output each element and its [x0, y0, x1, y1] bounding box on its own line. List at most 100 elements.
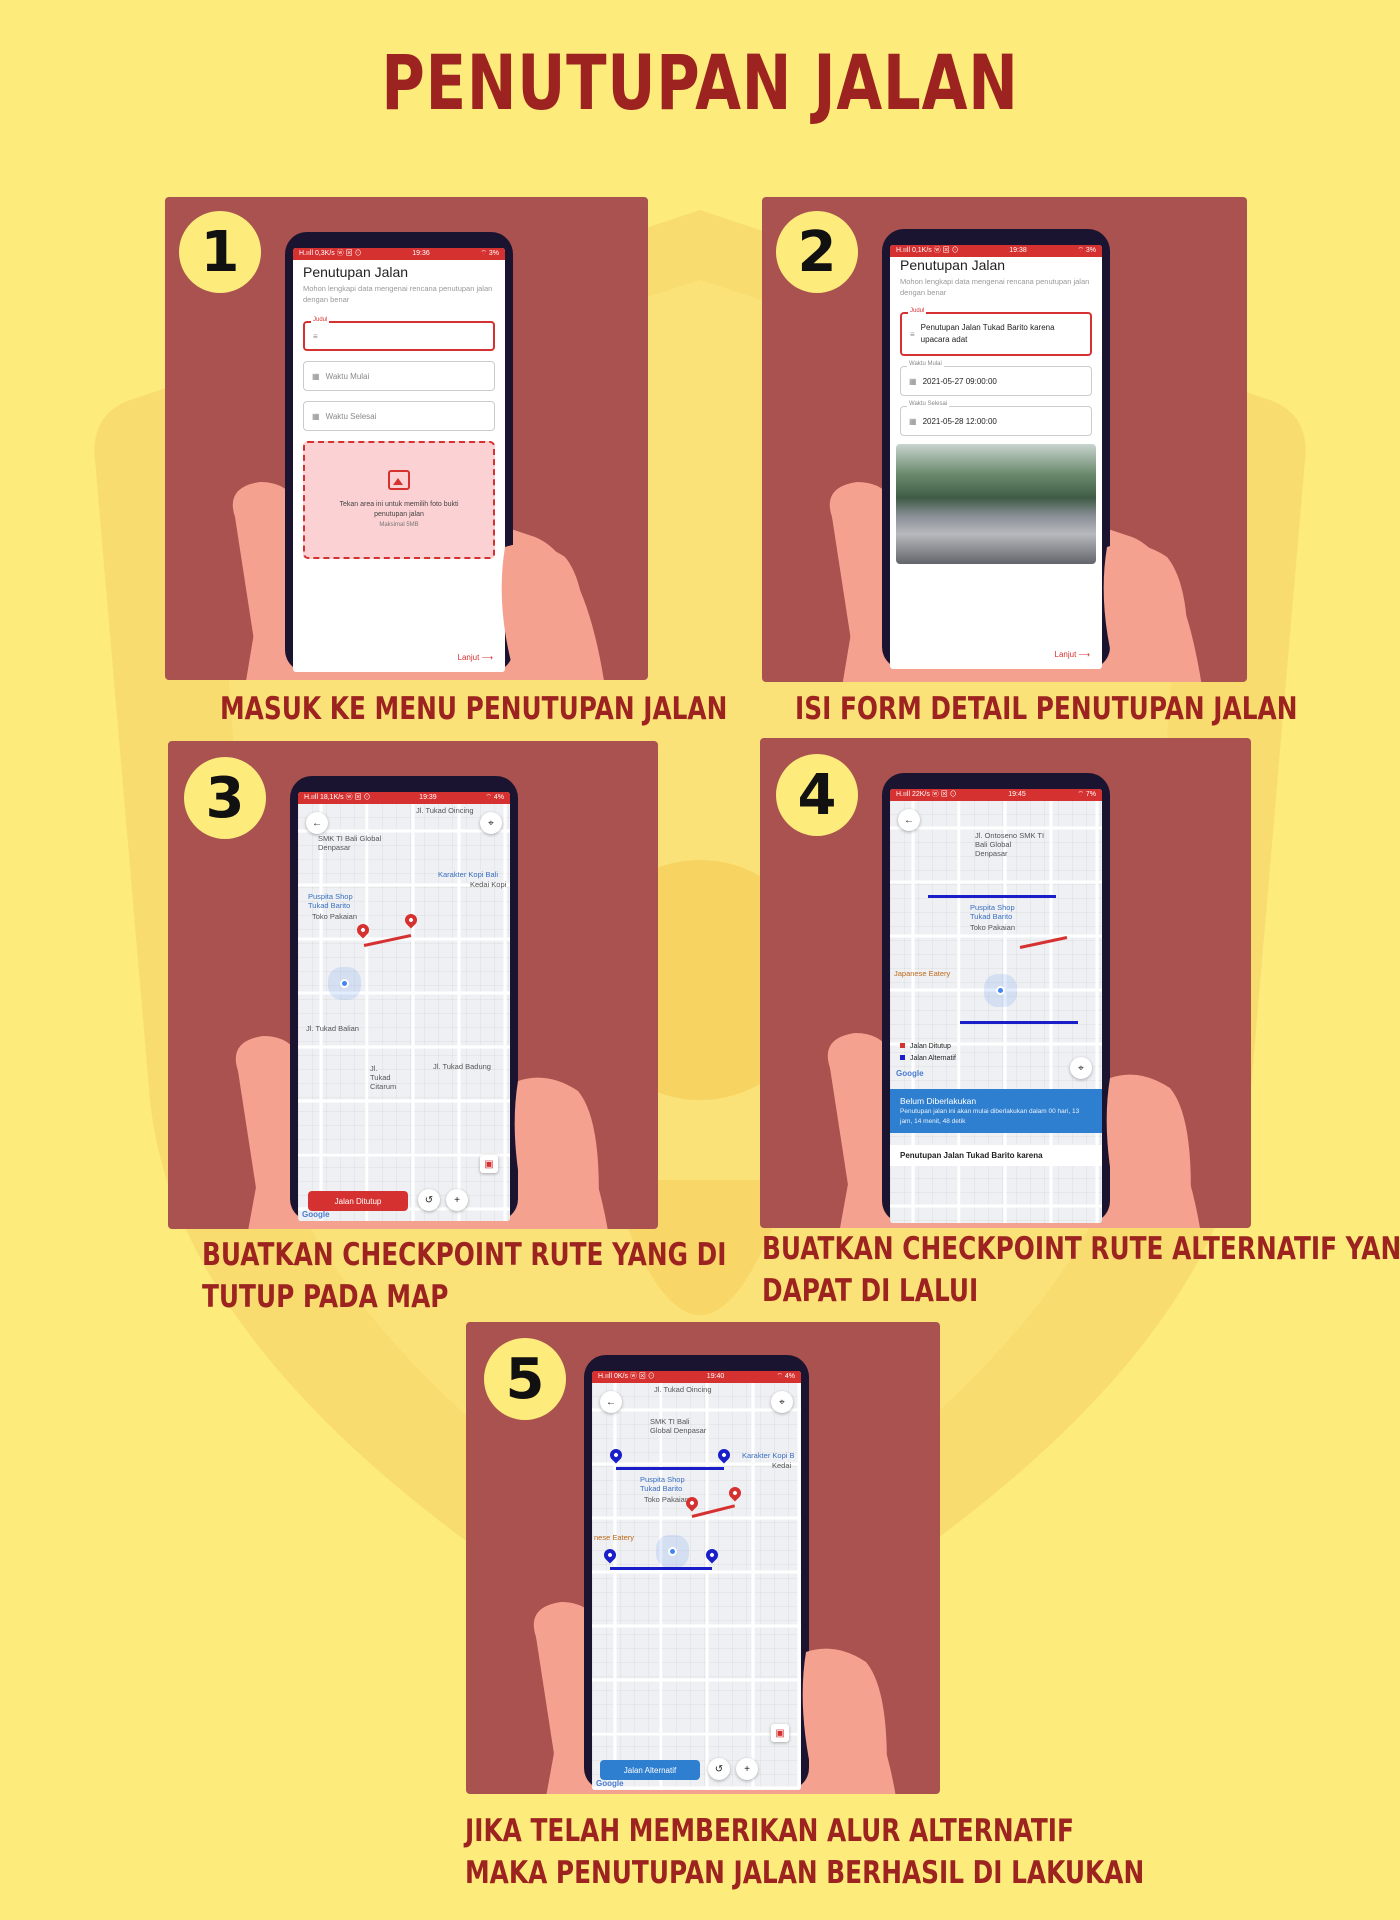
- photo-upload-area[interactable]: Tekan area ini untuk memilih foto bukti …: [303, 441, 495, 559]
- calendar-icon: ▦: [312, 371, 320, 381]
- status-right: ⌔ 4%: [485, 794, 504, 801]
- save-button[interactable]: ▣: [480, 1155, 498, 1173]
- step-card-5: 5 H.ııll 0K/s ⓦ ⊠ ⊙ 19:40 ⌔ 4% ← ⌖ Jl. Tuk…: [466, 1322, 940, 1794]
- end-time-value: 2021-05-28 12:00:00: [922, 416, 997, 426]
- closed-road-button[interactable]: Jalan Ditutup: [308, 1191, 408, 1211]
- legend-alternative-label: Jalan Alternatif: [910, 1055, 956, 1062]
- end-time-input[interactable]: ▦ Waktu Selesai: [303, 401, 495, 431]
- phone-frame: H.ııll 0,3K/s ⓦ ⊠ ⊙ 19:36 ⌔ 3% Penutupan J…: [285, 232, 513, 672]
- image-icon: [388, 470, 410, 490]
- status-left: H.ııll 22K/s ⓦ ⊠ ⊙: [896, 791, 957, 798]
- arrow-left-icon: ←: [904, 814, 914, 826]
- undo-button[interactable]: ↺: [418, 1189, 440, 1211]
- phone-screen-map-alternative: H.ııll 22K/s ⓦ ⊠ ⊙ 19:45 ⌔ 7% ← Jl. Ontose…: [890, 789, 1102, 1223]
- alternative-route-line: [610, 1567, 712, 1570]
- alternative-route-pin[interactable]: [703, 1546, 721, 1564]
- status-time: 19:40: [706, 1373, 725, 1380]
- status-bar: H.ııll 22K/s ⓦ ⊠ ⊙ 19:45 ⌔ 7%: [890, 789, 1102, 801]
- back-button[interactable]: ←: [898, 809, 920, 831]
- phone-screen-map-closed: H.ııll 18,1K/s ⓦ ⊠ ⊙ 19:39 ⌔ 4% ← ⌖ Jl. Tu…: [298, 792, 510, 1221]
- status-time: 19:45: [1008, 791, 1026, 798]
- step-3-caption-line2: TUTUP PADA MAP: [202, 1279, 449, 1315]
- save-button[interactable]: ▣: [771, 1724, 789, 1742]
- step-number-badge: 2: [776, 211, 858, 293]
- end-time-input[interactable]: Waktu Selesai ▦ 2021-05-28 12:00:00: [900, 401, 1092, 436]
- closed-route-pin[interactable]: [726, 1484, 744, 1502]
- phone-frame: H.ııll 18,1K/s ⓦ ⊠ ⊙ 19:39 ⌔ 4% ← ⌖ Jl. Tu…: [290, 776, 518, 1221]
- alternative-route-pin[interactable]: [607, 1446, 625, 1464]
- map-label-shop: Puspita Shop Tukad Barito: [308, 892, 353, 910]
- start-time-input[interactable]: ▦ Waktu Mulai: [303, 361, 495, 391]
- my-location-button[interactable]: ⌖: [1070, 1057, 1092, 1079]
- step-card-2: 2 H.ııll 0,1K/s ⓦ ⊠ ⊙ 19:38 ⌔ 3% Penutupan…: [762, 197, 1247, 682]
- map-view[interactable]: ← ⌖ Jl. Tukad Oincing SMK TI Bali Global…: [592, 1383, 801, 1790]
- step-card-4: 4 H.ııll 22K/s ⓦ ⊠ ⊙ 19:45 ⌔ 7% ← Jl. Onto…: [760, 738, 1251, 1228]
- google-logo: Google: [302, 1210, 330, 1219]
- back-button[interactable]: ←: [600, 1391, 622, 1413]
- step-5-caption-line2: MAKA PENUTUPAN JALAN BERHASIL DI LAKUKAN: [465, 1855, 1145, 1891]
- map-view[interactable]: ← ⌖ Jl. Tukad Oincing SMK TI Bali Global…: [298, 804, 510, 1221]
- alternative-route-line: [616, 1467, 724, 1470]
- plus-icon: +: [744, 1763, 750, 1775]
- phone-screen-form-filled: H.ııll 0,1K/s ⓦ ⊠ ⊙ 19:38 ⌔ 3% Penutupan J…: [890, 245, 1102, 669]
- status-bar: H.ııll 0K/s ⓦ ⊠ ⊙ 19:40 ⌔ 4%: [592, 1371, 801, 1383]
- form-subtitle: Mohon lengkapi data mengenai rencana pen…: [900, 277, 1090, 297]
- uploaded-photo[interactable]: [896, 444, 1096, 564]
- status-right: ⌔ 4%: [776, 1373, 795, 1380]
- title-input[interactable]: Judul ≡: [303, 317, 495, 351]
- alternative-route-pin[interactable]: [715, 1446, 733, 1464]
- my-location-button[interactable]: ⌖: [771, 1391, 793, 1413]
- next-label: Lanjut: [457, 653, 480, 662]
- alternative-route-pin[interactable]: [601, 1546, 619, 1564]
- map-label-school: SMK TI Bali Global Denpasar: [650, 1417, 707, 1435]
- google-logo: Google: [896, 1069, 924, 1078]
- schedule-info-panel: Belum Diberlakukan Penutupan jalan ini a…: [890, 1089, 1102, 1133]
- user-location-marker: [340, 979, 349, 988]
- next-button[interactable]: Lanjut ⟶: [1055, 650, 1091, 659]
- status-time: 19:39: [419, 794, 437, 801]
- back-button[interactable]: ←: [306, 812, 328, 834]
- add-button[interactable]: +: [736, 1758, 758, 1780]
- status-left: H.ııll 0,3K/s ⓦ ⊠ ⊙: [299, 250, 362, 257]
- my-location-button[interactable]: ⌖: [480, 812, 502, 834]
- status-left: H.ııll 18,1K/s ⓦ ⊠ ⊙: [304, 794, 371, 801]
- closed-route-pin[interactable]: [402, 911, 420, 929]
- next-button[interactable]: Lanjut ⟶: [458, 653, 494, 662]
- alternative-road-label: Jalan Alternatif: [623, 1765, 677, 1775]
- phone-frame: H.ııll 0,1K/s ⓦ ⊠ ⊙ 19:38 ⌔ 3% Penutupan J…: [882, 229, 1110, 669]
- arrow-left-icon: ←: [312, 817, 322, 829]
- next-label: Lanjut: [1054, 650, 1077, 659]
- step-number-badge: 3: [184, 757, 266, 839]
- info-title: Belum Diberlakukan: [900, 1096, 977, 1106]
- calendar-icon: ▦: [312, 411, 320, 421]
- step-2-caption: ISI FORM DETAIL PENUTUPAN JALAN: [795, 691, 1298, 727]
- title-input[interactable]: Judul ≡ Penutupan Jalan Tukad Barito kar…: [900, 308, 1092, 356]
- alternative-road-button[interactable]: Jalan Alternatif: [600, 1760, 700, 1780]
- user-location-marker: [996, 986, 1005, 995]
- closed-road-label: Jalan Ditutup: [334, 1196, 382, 1206]
- info-footer: Penutupan Jalan Tukad Barito karena: [890, 1145, 1102, 1166]
- alternative-route-line: [928, 895, 1056, 898]
- text-lines-icon: ≡: [313, 331, 318, 341]
- thumb-illustration: [514, 1077, 599, 1221]
- google-logo: Google: [596, 1779, 624, 1788]
- map-view[interactable]: ← Jl. Ontoseno SMK TI Bali Global Denpas…: [890, 801, 1102, 1223]
- start-time-input[interactable]: Waktu Mulai ▦ 2021-05-27 09:00:00: [900, 361, 1092, 396]
- undo-button[interactable]: ↺: [708, 1758, 730, 1780]
- floppy-icon: ▣: [775, 1727, 785, 1739]
- end-time-label: Waktu Selesai: [907, 401, 950, 407]
- add-button[interactable]: +: [446, 1189, 468, 1211]
- arrow-right-icon: ⟶: [481, 653, 493, 662]
- map-label-eatery: Japanese Eatery: [894, 969, 951, 978]
- undo-icon: ↺: [714, 1763, 724, 1775]
- end-time-placeholder: Waktu Selesai: [325, 411, 377, 421]
- floppy-icon: ▣: [484, 1158, 494, 1170]
- status-right: ⌔ 3%: [480, 250, 499, 257]
- step-3-caption-line1: BUATKAN CHECKPOINT RUTE YANG DI: [202, 1237, 727, 1273]
- status-left: H.ııll 0K/s ⓦ ⊠ ⊙: [598, 1373, 655, 1380]
- map-label-road: Jl. Tukad Oincing: [654, 1385, 712, 1394]
- closed-route-pin[interactable]: [354, 921, 372, 939]
- start-time-label: Waktu Mulai: [907, 361, 944, 367]
- phone-screen-form-empty: H.ııll 0,3K/s ⓦ ⊠ ⊙ 19:36 ⌔ 3% Penutupan J…: [293, 248, 505, 672]
- map-label-school: SMK TI Bali Global Denpasar: [318, 834, 382, 852]
